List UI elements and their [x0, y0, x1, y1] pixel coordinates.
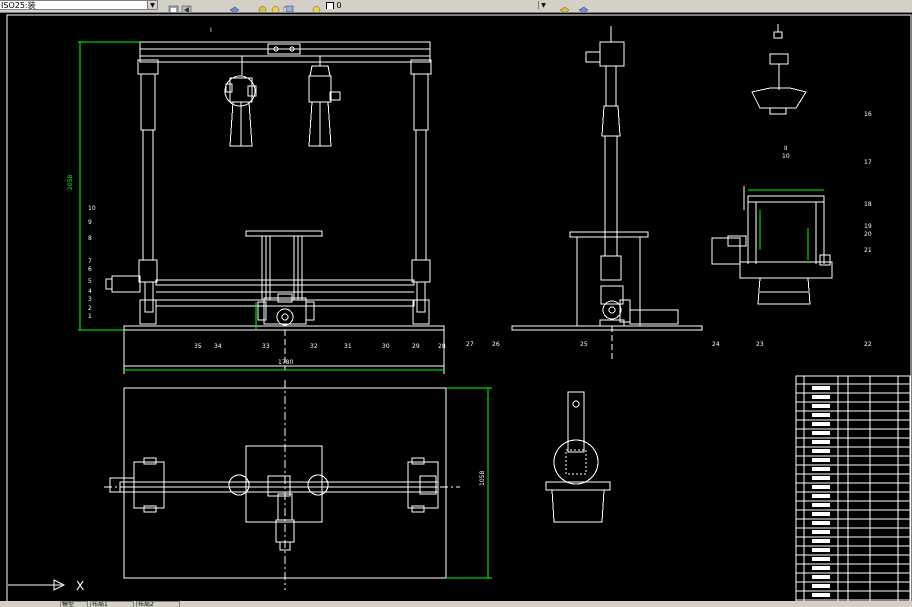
callout-front-0: 10 — [88, 205, 96, 212]
table-cell-text — [812, 431, 830, 435]
color-combo[interactable]: 0 ▼ — [323, 0, 549, 10]
detail-ii-view — [711, 186, 833, 305]
tab-layout2[interactable]: 布局2 — [136, 601, 180, 607]
callout-bottom-7: 28 — [438, 343, 446, 350]
table-cell-text — [812, 530, 830, 534]
layer-color-icon[interactable] — [283, 0, 294, 12]
layout-tabs-bar: 模型 布局1 布局2 — [0, 601, 912, 607]
callout-right-4: 20 — [864, 231, 872, 238]
layer-freeze-icon[interactable] — [257, 0, 268, 12]
callout-front-9: 1 — [88, 313, 92, 320]
callout-front-2: 8 — [88, 235, 92, 242]
callout-bottom-13: 22 — [864, 341, 872, 348]
callout-front-6: 4 — [88, 288, 92, 295]
layer-combo-value: ISO25:装 — [1, 1, 36, 10]
side-view — [511, 26, 703, 360]
callout-bottom-0: 35 — [194, 343, 202, 350]
detail-i-marker: I — [210, 27, 212, 34]
table-cell-text — [812, 476, 830, 480]
table-cell-text — [812, 503, 830, 507]
callout-front-1: 9 — [88, 219, 92, 226]
swatch-icon — [326, 1, 334, 9]
callout-right-0: 16 — [864, 111, 872, 118]
table-cell-text — [812, 557, 830, 561]
table-cell-text — [812, 458, 830, 462]
callout-front-8: 2 — [88, 305, 92, 312]
chevron-down-icon[interactable]: ▼ — [147, 1, 157, 9]
dim-height-label: 2058 — [67, 175, 74, 190]
front-view — [105, 41, 445, 370]
layer-lock-icon[interactable] — [270, 0, 281, 12]
table-cell-text — [812, 566, 830, 570]
callout-front-7: 3 — [88, 296, 92, 303]
detail-ii-marker: II — [784, 145, 788, 152]
table-cell-text — [812, 512, 830, 516]
table-cell-text — [812, 485, 830, 489]
callout-right-1: 17 — [864, 159, 872, 166]
callout-bottom-5: 30 — [382, 343, 390, 350]
callout-bottom-9: 26 — [492, 341, 500, 348]
callout-bottom-11: 24 — [712, 341, 720, 348]
layer-states-icon[interactable] — [168, 0, 179, 12]
right-label-group: 16 17 18 1920 21 — [864, 111, 872, 254]
table-cell-text — [812, 449, 830, 453]
ucs-x-label: X — [76, 579, 84, 593]
section-detail-view — [545, 391, 611, 523]
callout-right-2: 18 — [864, 201, 872, 208]
ucs-icon — [8, 579, 66, 591]
callout-bottom-8: 27 — [466, 341, 474, 348]
callout-bottom-4: 31 — [344, 343, 352, 350]
table-cell-text — [812, 548, 830, 552]
style-icon[interactable] — [559, 0, 570, 12]
tab-layout1[interactable]: 布局1 — [90, 601, 134, 607]
bottom-label-group: 35 34 33 32 31 30 29 28 27 26 25 24 23 22 — [194, 341, 872, 350]
parts-list-table — [795, 375, 911, 601]
tab-model[interactable]: 模型 — [60, 601, 88, 607]
detail-ii-scale: 10 — [782, 153, 790, 160]
dim-plan-depth-label: 1058 — [479, 471, 486, 486]
table-cell-text — [812, 404, 830, 408]
callout-front-3: 7 — [88, 258, 92, 265]
dimension-lines — [78, 41, 824, 579]
detail-i-view — [751, 24, 807, 115]
table-cell-text — [812, 422, 830, 426]
table-cell-text — [812, 386, 830, 390]
table-cell-text — [812, 440, 830, 444]
callout-bottom-6: 29 — [412, 343, 420, 350]
plan-view — [104, 380, 460, 590]
table-cell-text — [812, 584, 830, 588]
table-cell-text — [812, 395, 830, 399]
callout-bottom-12: 23 — [756, 341, 764, 348]
front-label-group: 10 9 8 76 5 43 21 — [88, 205, 96, 320]
callout-bottom-10: 25 — [580, 341, 588, 348]
drawing-canvas[interactable]: 2058 1780 1058 I II 10 10987654321 35 34 3… — [0, 12, 912, 601]
table-cell-text — [812, 413, 830, 417]
callout-bottom-2: 33 — [262, 343, 270, 350]
drawing-frame — [6, 14, 912, 601]
callout-bottom-1: 34 — [214, 343, 222, 350]
callout-front-5: 5 — [88, 278, 92, 285]
dim-width-label: 1780 — [278, 359, 293, 366]
table-cell-text — [812, 521, 830, 525]
color-combo-value: 0 — [336, 1, 342, 10]
table-cell-text — [812, 467, 830, 471]
table-style-icon[interactable] — [578, 0, 589, 12]
chevron-down-icon[interactable]: ▼ — [538, 1, 548, 9]
callout-front-4: 6 — [88, 266, 92, 273]
table-cell-text — [812, 494, 830, 498]
layer-prev-icon[interactable] — [181, 0, 192, 12]
layer-props-icon[interactable] — [229, 0, 240, 12]
layer-combo[interactable]: ISO25:装 ▼ — [0, 0, 158, 10]
layer-toggle-icon[interactable] — [311, 0, 322, 12]
table-cell-text — [812, 593, 830, 597]
table-cell-text — [812, 539, 830, 543]
callout-bottom-3: 32 — [310, 343, 318, 350]
callout-right-5: 21 — [864, 247, 872, 254]
table-cell-text — [812, 575, 830, 579]
callout-right-3: 19 — [864, 223, 872, 230]
